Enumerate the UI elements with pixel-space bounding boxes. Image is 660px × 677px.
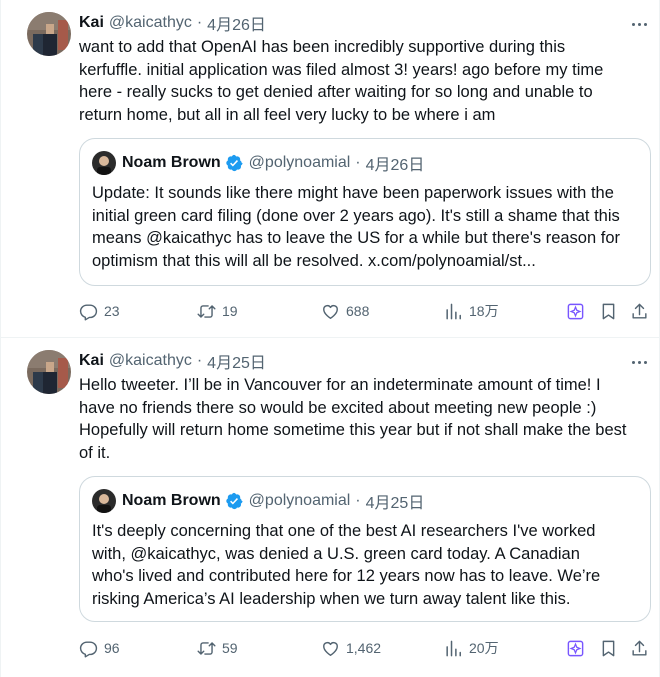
retweet-count: 59 [222, 640, 238, 656]
more-icon[interactable] [625, 352, 653, 372]
quoted-tweet[interactable]: Noam Brown @polynoamial · 4月25日 It's dee… [79, 476, 651, 622]
bookmark-icon [602, 640, 615, 656]
share-icon [632, 640, 647, 656]
reply-icon [79, 640, 98, 658]
quote-text-line: who's lived and contributed here for 12 … [92, 567, 601, 585]
tweet-text-line: Hello tweeter. I’ll be in Vancouver for … [79, 376, 601, 394]
grok-icon [567, 303, 584, 319]
tweet-text-line: Hopefully will return home sometime this… [79, 421, 627, 439]
tweet[interactable]: Kai @kaicathyc · 4月25日 Hello tweeter. I’… [1, 338, 660, 677]
quote-avatar [92, 151, 116, 175]
views-button[interactable]: 18万 [444, 299, 499, 323]
grok-icon [567, 640, 584, 656]
quote-author-handle: @polynoamial [248, 154, 351, 171]
tweet-date[interactable]: 4月25日 [207, 349, 266, 373]
quote-text-line: Update: It sounds like there might have … [92, 184, 614, 202]
like-icon [323, 304, 338, 319]
retweet-count: 19 [222, 303, 238, 319]
action-bar: 96 59 1,462 20万 [79, 636, 659, 660]
author-handle[interactable]: @kaicathyc [109, 352, 192, 370]
avatar[interactable] [27, 12, 71, 56]
quote-text-line: initial green card filing (done over 2 y… [92, 206, 620, 225]
grok-button[interactable] [566, 636, 585, 660]
verified-badge-icon [225, 154, 243, 172]
quote-text-line: with, @kaicathyc, was denied a U.S. gree… [92, 544, 580, 563]
quoted-tweet[interactable]: Noam Brown @polynoamial · 4月26日 Update: … [79, 138, 651, 286]
share-icon [632, 303, 647, 319]
share-button[interactable] [630, 636, 649, 660]
reply-button[interactable]: 96 [79, 636, 120, 660]
separator: · [196, 14, 203, 31]
like-button[interactable]: 688 [321, 299, 369, 323]
quote-text: It's deeply concerning that one of the b… [92, 520, 640, 610]
views-button[interactable]: 20万 [444, 636, 499, 660]
views-icon [446, 640, 461, 656]
quote-date: 4月25日 [365, 495, 425, 512]
action-bar: 23 19 688 18万 [79, 299, 659, 323]
like-count: 1,462 [346, 640, 382, 656]
tweet-text-line: here - really sucks to get denied after … [79, 83, 593, 101]
quote-text-line: risking America’s AI leadership when we … [92, 589, 571, 608]
bookmark-button[interactable] [599, 636, 618, 660]
tweet[interactable]: Kai @kaicathyc · 4月26日 want to add that … [1, 0, 660, 338]
retweet-button[interactable]: 59 [197, 636, 238, 660]
views-icon [446, 303, 461, 319]
grok-button[interactable] [566, 299, 585, 323]
tweet-text-line: kerfuffle. initial application was filed… [79, 60, 604, 79]
quote-text-line: means @kaicathyc has to leave the US for… [92, 229, 620, 247]
tweet-text-line: return home, but all in all feel very lu… [79, 105, 496, 124]
reply-count: 23 [104, 303, 120, 319]
quote-header: Noam Brown @polynoamial · 4月25日 [122, 490, 424, 512]
tweet-text-line: have no friends there so would be excite… [79, 398, 597, 417]
reply-button[interactable]: 23 [79, 299, 120, 323]
retweet-icon [197, 304, 216, 318]
retweet-button[interactable]: 19 [197, 299, 238, 323]
view-count: 20万 [469, 640, 499, 656]
timeline: Kai @kaicathyc · 4月26日 want to add that … [0, 0, 660, 677]
avatar[interactable] [27, 350, 71, 394]
reply-icon [79, 303, 98, 321]
bookmark-button[interactable] [599, 299, 618, 323]
share-button[interactable] [630, 299, 649, 323]
bookmark-icon [602, 303, 615, 319]
tweet-text: want to add that OpenAI has been incredi… [79, 36, 649, 126]
tweet-header: Kai @kaicathyc · 4月26日 [79, 12, 266, 34]
quote-author-handle: @polynoamial [248, 492, 351, 509]
separator: · [196, 352, 203, 369]
like-count: 688 [346, 303, 370, 319]
quote-text-line: It's deeply concerning that one of the b… [92, 522, 596, 540]
author-handle[interactable]: @kaicathyc [109, 14, 192, 32]
author-name[interactable]: Kai [79, 14, 104, 32]
like-button[interactable]: 1,462 [321, 636, 381, 660]
tweet-text: Hello tweeter. I’ll be in Vancouver for … [79, 374, 649, 464]
quote-text: Update: It sounds like there might have … [92, 182, 640, 272]
like-icon [323, 641, 338, 656]
quote-avatar [92, 489, 116, 513]
tweet-date[interactable]: 4月26日 [207, 11, 266, 35]
verified-badge-icon [225, 492, 243, 510]
view-count: 18万 [469, 303, 499, 319]
tweet-text-line: want to add that OpenAI has been incredi… [79, 38, 566, 56]
separator: · [355, 492, 361, 509]
more-icon[interactable] [625, 14, 653, 34]
quote-author-name: Noam Brown [122, 154, 221, 171]
tweet-header: Kai @kaicathyc · 4月25日 [79, 350, 266, 372]
quote-header: Noam Brown @polynoamial · 4月26日 [122, 152, 424, 174]
quote-text-line: optimism that this will all be resolved.… [92, 251, 536, 270]
author-name[interactable]: Kai [79, 352, 104, 370]
separator: · [355, 154, 361, 171]
retweet-icon [197, 641, 216, 655]
quote-date: 4月26日 [365, 157, 425, 174]
tweet-text-line: of it. [79, 443, 111, 462]
quote-author-name: Noam Brown [122, 492, 221, 509]
reply-count: 96 [104, 640, 120, 656]
